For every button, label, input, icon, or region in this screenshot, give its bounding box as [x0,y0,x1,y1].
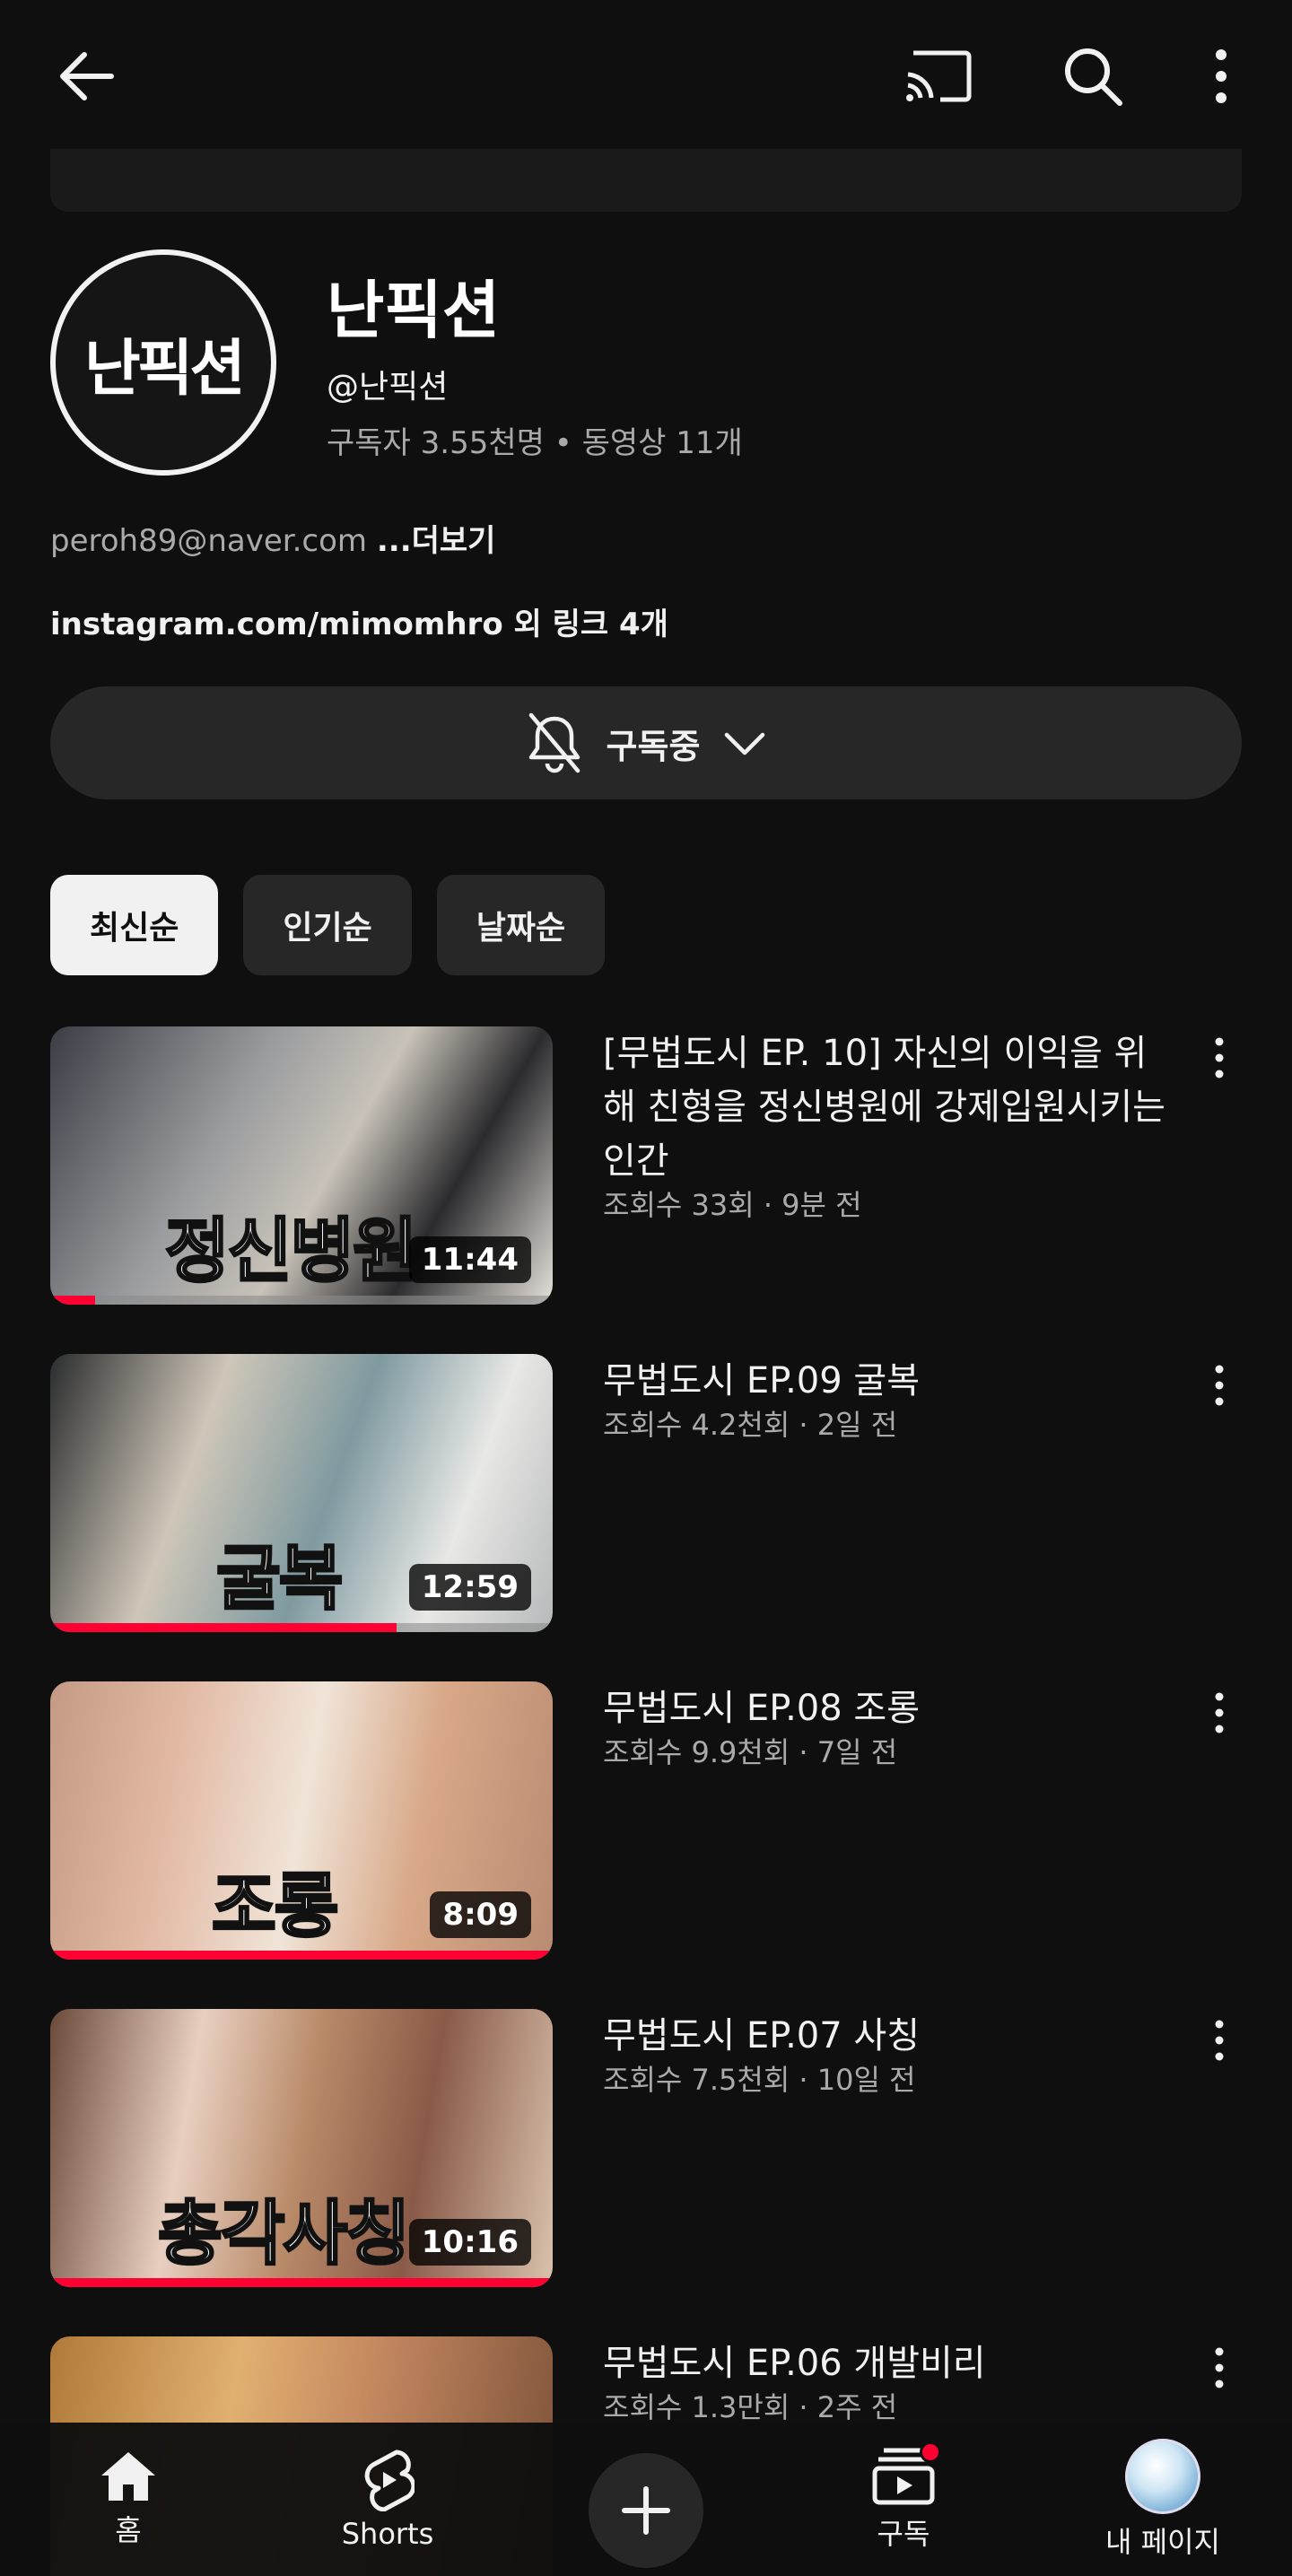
video-meta: 조회수 4.2천회 · 2일 전 [603,1408,898,1442]
top-app-bar [0,0,1292,153]
thumbnail-caption: 정신병원 [163,1210,418,1294]
chip-popular[interactable]: 인기순 [243,875,412,975]
video-thumbnail[interactable]: 굴복 12:59 [50,1354,553,1632]
watch-progress-bar [50,1623,553,1632]
video-meta: 조회수 7.5천회 · 10일 전 [603,2063,916,2097]
more-vertical-icon [1215,1365,1224,1406]
video-duration: 11:44 [408,1236,531,1283]
nav-subscriptions[interactable]: 구독 [805,2423,1002,2576]
video-menu-button[interactable] [1197,1354,1242,1417]
create-button[interactable] [589,2453,703,2568]
more-vertical-icon [1216,49,1227,103]
channel-name: 난픽션 [327,274,501,347]
search-icon [1065,48,1122,106]
video-duration: 12:59 [408,1564,531,1611]
notification-dot [920,2441,941,2463]
video-menu-button[interactable] [1197,2009,1242,2072]
more-vertical-icon [1215,1692,1224,1733]
thumbnail-caption: 조롱 [211,1865,341,1949]
bell-off-icon [528,712,580,773]
channel-links[interactable]: instagram.com/mimomhro 외 링크 4개 [50,599,668,643]
avatar-logo-text: 난픽션 [84,333,246,405]
nav-you[interactable]: 내 페이지 [1064,2423,1261,2576]
watch-progress-fill [50,2278,553,2287]
nav-you-label: 내 페이지 [1105,2524,1220,2559]
watch-progress-bar [50,1951,553,1960]
more-vertical-icon [1215,1037,1224,1078]
watch-progress-fill [50,1296,96,1305]
cast-button[interactable] [901,43,976,109]
description-text: peroh89@naver.com [50,523,368,559]
chip-latest[interactable]: 최신순 [50,875,219,975]
video-item[interactable]: 총각사칭 10:16 무법도시 EP.07 사칭 조회수 7.5천회 · 10일… [50,2009,1242,2287]
video-duration: 8:09 [430,1891,531,1938]
nav-home-label: 홈 [115,2512,142,2547]
nav-shorts-label: Shorts [341,2516,434,2551]
subscribed-button[interactable]: 구독중 [50,686,1242,799]
back-button[interactable] [50,45,122,108]
nav-home[interactable]: 홈 [30,2423,227,2576]
channel-handle: @난픽션 [327,369,449,406]
shorts-icon [364,2449,415,2511]
video-meta: 조회수 33회 · 9분 전 [603,1188,862,1222]
watch-progress-bar [50,2278,553,2287]
arrow-left-icon [60,52,114,100]
sort-chips: 최신순 인기순 날짜순 [50,875,606,975]
video-item[interactable]: 정신병원 11:44 [무법도시 EP. 10] 자신의 이익을 위해 친형을 … [50,1026,1242,1305]
video-title[interactable]: 무법도시 EP.06 개발비리 [603,2336,1177,2390]
channel-avatar[interactable]: 난픽션 [50,249,276,476]
channel-banner [50,149,1242,212]
more-vertical-icon [1215,2020,1224,2061]
watch-progress-fill [50,1951,553,1960]
video-menu-button[interactable] [1197,2336,1242,2399]
video-meta: 조회수 1.3만회 · 2주 전 [603,2390,898,2424]
video-item[interactable]: 굴복 12:59 무법도시 EP.09 굴복 조회수 4.2천회 · 2일 전 [50,1354,1242,1632]
more-options-button[interactable] [1199,43,1244,109]
watch-progress-bar [50,1296,553,1305]
video-title[interactable]: 무법도시 EP.08 조롱 [603,1681,1177,1735]
video-item[interactable]: 조롱 8:09 무법도시 EP.08 조롱 조회수 9.9천회 · 7일 전 [50,1681,1242,1960]
channel-description[interactable]: peroh89@naver.com ...더보기 [50,516,495,560]
video-title[interactable]: 무법도시 EP.09 굴복 [603,1354,1177,1408]
video-title[interactable]: 무법도시 EP.07 사칭 [603,2009,1177,2063]
video-duration: 10:16 [408,2219,531,2266]
nav-subscriptions-label: 구독 [877,2516,930,2551]
plus-icon [622,2486,670,2535]
video-thumbnail[interactable]: 총각사칭 10:16 [50,2009,553,2287]
chevron-down-icon [725,732,765,755]
more-link[interactable]: ...더보기 [377,523,496,559]
cast-icon [906,50,972,102]
chip-oldest[interactable]: 날짜순 [436,875,606,975]
video-menu-button[interactable] [1197,1681,1242,1744]
more-vertical-icon [1215,2347,1224,2388]
video-title[interactable]: [무법도시 EP. 10] 자신의 이익을 위해 친형을 정신병원에 강제입원시… [603,1026,1177,1188]
subscriptions-icon-wrap [871,2441,941,2506]
home-icon [101,2451,155,2501]
video-thumbnail[interactable]: 정신병원 11:44 [50,1026,553,1305]
channel-stats: 구독자 3.55천명 • 동영상 11개 [327,425,743,461]
video-meta: 조회수 9.9천회 · 7일 전 [603,1735,898,1769]
subscribed-label: 구독중 [606,726,701,766]
search-button[interactable] [1057,43,1129,109]
thumbnail-caption: 굴복 [215,1538,345,1621]
watch-progress-fill [50,1623,397,1632]
video-thumbnail[interactable]: 조롱 8:09 [50,1681,553,1960]
video-menu-button[interactable] [1197,1026,1242,1089]
user-avatar [1125,2438,1200,2514]
thumbnail-caption: 총각사칭 [156,2193,411,2276]
nav-shorts[interactable]: Shorts [289,2423,486,2576]
